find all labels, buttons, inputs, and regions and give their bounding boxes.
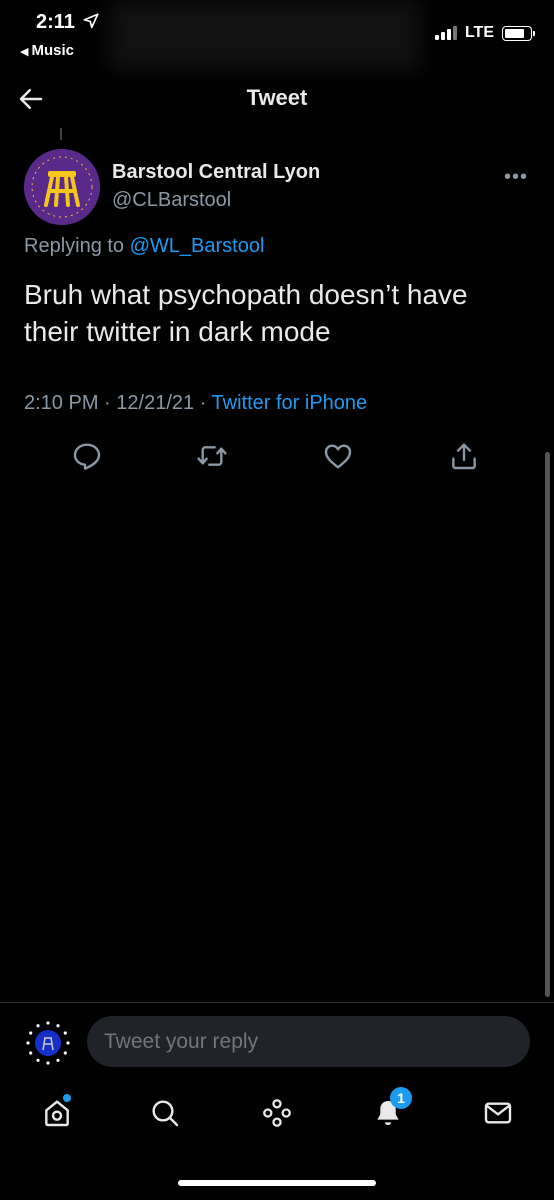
reply-comment-icon[interactable] bbox=[71, 440, 103, 472]
more-options-button[interactable]: ••• bbox=[504, 166, 528, 189]
nav-header: Tweet bbox=[0, 70, 554, 126]
status-indicators: LTE bbox=[434, 24, 535, 42]
author-display-name[interactable]: Barstool Central Lyon bbox=[112, 161, 320, 184]
replying-to-line: Replying to @WL_Barstool bbox=[24, 235, 264, 258]
tweet-body: Bruh what psychopath doesn’t have their … bbox=[24, 279, 468, 347]
page-title: Tweet bbox=[246, 85, 308, 110]
mail-icon bbox=[484, 1102, 512, 1124]
bottom-tab-bar: 1 bbox=[0, 1085, 554, 1145]
tab-notifications[interactable]: 1 bbox=[368, 1087, 412, 1133]
share-icon[interactable] bbox=[448, 440, 480, 472]
tweet-date: 12/21/21 bbox=[116, 392, 195, 414]
profile-stars-logo-icon bbox=[24, 1019, 72, 1067]
reply-composer bbox=[0, 1002, 554, 1078]
tab-spaces[interactable] bbox=[257, 1093, 297, 1133]
status-bar: 2:11 ◀ Music LTE bbox=[0, 0, 554, 70]
battery-icon bbox=[502, 25, 535, 41]
retweet-icon[interactable] bbox=[196, 440, 228, 472]
back-app-label: Music bbox=[31, 42, 74, 59]
replying-prefix: Replying to bbox=[24, 235, 130, 257]
author-avatar[interactable] bbox=[24, 149, 100, 225]
home-unread-dot bbox=[63, 1094, 71, 1102]
location-arrow-icon bbox=[83, 13, 99, 29]
status-notch-blur bbox=[110, 0, 420, 70]
tweet-meta: 2:10 PM · 12/21/21 · Twitter for iPhone bbox=[24, 392, 367, 415]
replying-to-mention[interactable]: @WL_Barstool bbox=[130, 235, 265, 257]
barstool-logo-icon bbox=[24, 149, 100, 225]
cellular-signal-icon bbox=[434, 26, 457, 40]
tweet-source[interactable]: Twitter for iPhone bbox=[212, 392, 368, 414]
reply-input[interactable] bbox=[87, 1016, 530, 1067]
network-type: LTE bbox=[464, 24, 494, 41]
search-icon bbox=[152, 1100, 179, 1127]
meta-separator: · bbox=[199, 392, 212, 414]
tab-home[interactable] bbox=[37, 1093, 77, 1133]
notification-count-badge: 1 bbox=[390, 1087, 412, 1109]
tab-search[interactable] bbox=[145, 1093, 185, 1133]
tab-messages[interactable] bbox=[478, 1093, 518, 1133]
tweet-actions bbox=[0, 436, 554, 476]
scrollbar[interactable] bbox=[545, 452, 550, 997]
author-handle[interactable]: @CLBarstool bbox=[112, 189, 231, 212]
meta-separator: · bbox=[104, 392, 117, 414]
tweet-time: 2:10 PM bbox=[24, 392, 99, 414]
my-avatar[interactable] bbox=[24, 1019, 72, 1067]
home-indicator[interactable] bbox=[178, 1180, 376, 1186]
back-to-app-link[interactable]: ◀ Music bbox=[20, 42, 74, 59]
like-heart-icon[interactable] bbox=[322, 440, 354, 472]
spaces-icon bbox=[263, 1099, 291, 1127]
thread-connector-line bbox=[60, 128, 62, 140]
status-time: 2:11 bbox=[36, 11, 75, 33]
back-triangle-icon: ◀ bbox=[20, 46, 29, 58]
